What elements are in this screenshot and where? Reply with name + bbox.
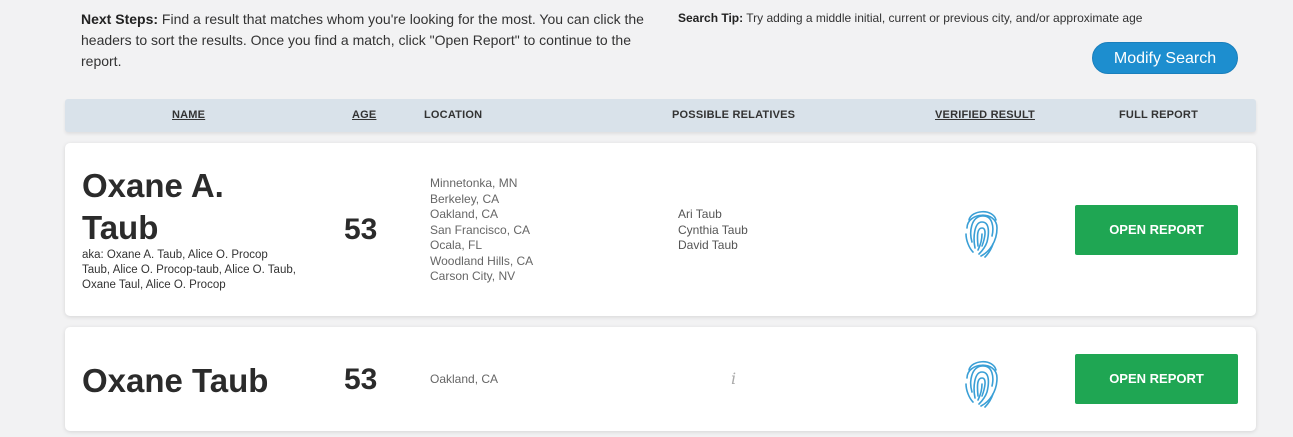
search-tip-label: Search Tip: bbox=[678, 11, 744, 25]
location-header: LOCATION bbox=[424, 109, 483, 121]
relative-item: Ari Taub bbox=[678, 207, 722, 221]
fingerprint-icon bbox=[965, 360, 998, 408]
search-tip-body: Try adding a middle initial, current or … bbox=[743, 11, 1143, 25]
location-item: Oakland, CA bbox=[430, 372, 499, 386]
open-report-button[interactable]: OPEN REPORT bbox=[1075, 354, 1238, 404]
info-icon[interactable]: i bbox=[731, 369, 736, 388]
next-steps-body: Find a result that matches whom you're l… bbox=[81, 11, 644, 69]
location-item: Carson City, NV bbox=[430, 269, 516, 283]
result-aka: aka: Oxane A. Taub, Alice O. Procop Taub… bbox=[82, 249, 296, 291]
result-age: 53 bbox=[344, 363, 378, 396]
next-steps-label: Next Steps: bbox=[81, 11, 159, 27]
result-name-line1: Oxane A. bbox=[82, 167, 224, 204]
relative-item: David Taub bbox=[678, 238, 738, 252]
result-age: 53 bbox=[344, 213, 378, 246]
full-report-header: FULL REPORT bbox=[1119, 109, 1198, 121]
location-item: Woodland Hills, CA bbox=[430, 253, 534, 268]
next-steps-text: Next Steps: Find a result that matches w… bbox=[81, 9, 656, 72]
location-item: Minnetonka, MN bbox=[430, 176, 518, 190]
sort-by-age-header[interactable]: AGE bbox=[352, 99, 376, 132]
results-table-header: NAME AGE LOCATION POSSIBLE RELATIVES VER… bbox=[65, 99, 1256, 132]
result-name: Oxane Taub bbox=[82, 362, 269, 399]
location-item: San Francisco, CA bbox=[430, 222, 531, 237]
sort-by-verified-header[interactable]: VERIFIED RESULT bbox=[935, 99, 1035, 132]
result-locations: Minnetonka, MN Berkeley, CA Oakland, CA … bbox=[430, 176, 533, 285]
result-locations: Oakland, CA bbox=[430, 372, 498, 388]
relative-item: Cynthia Taub bbox=[678, 222, 748, 237]
location-item: Berkeley, CA bbox=[430, 191, 500, 206]
sort-by-name-header[interactable]: NAME bbox=[172, 99, 205, 132]
possible-relatives-header: POSSIBLE RELATIVES bbox=[672, 109, 796, 121]
open-report-button[interactable]: OPEN REPORT bbox=[1075, 205, 1238, 255]
result-card: Oxane A. Taub aka: Oxane A. Taub, Alice … bbox=[65, 143, 1256, 316]
location-item: Ocala, FL bbox=[430, 238, 483, 252]
result-card: Oxane Taub 53 Oakland, CA i OPEN REPORT bbox=[65, 327, 1256, 431]
modify-search-button[interactable]: Modify Search bbox=[1092, 42, 1238, 74]
fingerprint-icon bbox=[965, 210, 998, 258]
result-relatives: Ari Taub Cynthia Taub David Taub bbox=[678, 207, 748, 254]
search-tip-text: Search Tip: Try adding a middle initial,… bbox=[678, 9, 1238, 27]
result-name-line2: Taub bbox=[82, 209, 159, 246]
location-item: Oakland, CA bbox=[430, 207, 499, 221]
